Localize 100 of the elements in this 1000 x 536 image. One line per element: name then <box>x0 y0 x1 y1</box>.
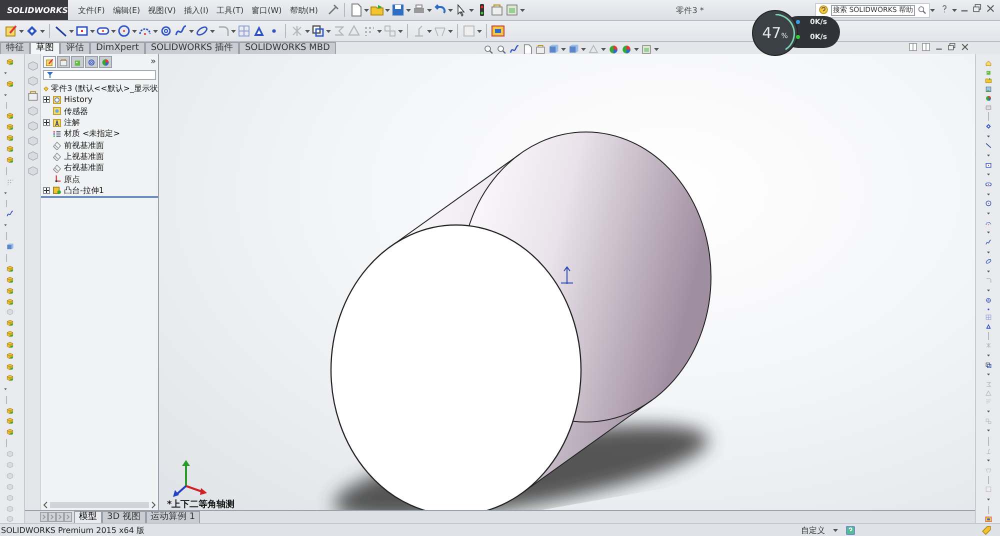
view-cube-icon[interactable] <box>568 44 579 54</box>
folder-icon[interactable] <box>370 3 384 17</box>
extrude-feature-icon <box>52 185 62 196</box>
command-tab[interactable]: 评估 <box>60 42 90 54</box>
zoom-icon[interactable] <box>496 44 507 54</box>
command-tab[interactable]: DimXpert <box>90 42 145 54</box>
tree-item[interactable]: 上视基准面 <box>64 150 104 162</box>
tree-root-label[interactable]: 零件3 (默认<<默认>_显示状 <box>51 83 158 94</box>
product-name: SOLIDWORKS Premium 2015 x64 版 <box>1 524 144 536</box>
tile-icon[interactable] <box>921 42 931 52</box>
tile-icon[interactable] <box>908 42 918 52</box>
brand-name: SOLIDWORKS <box>6 6 68 14</box>
window-icon[interactable] <box>505 3 520 17</box>
pin-icon[interactable] <box>326 3 340 17</box>
command-tab[interactable]: 特征 <box>0 42 30 54</box>
document-tab[interactable]: 运动算例 1 <box>146 510 200 524</box>
command-tab[interactable]: 草图 <box>30 42 60 54</box>
color-ball-icon[interactable] <box>621 44 632 54</box>
dimension-icon[interactable] <box>25 24 39 38</box>
widget-icon[interactable] <box>982 516 994 523</box>
tree-item[interactable]: 传感器 <box>64 106 88 117</box>
line-icon[interactable] <box>54 24 68 38</box>
configuration-manager-icon <box>73 58 82 66</box>
document-tab[interactable]: 模型 <box>74 510 102 524</box>
filter-field[interactable] <box>43 70 156 80</box>
tree-item[interactable]: History <box>64 95 92 104</box>
view-orientation-label: *上下二等角轴测 <box>167 498 235 510</box>
ring-icon[interactable] <box>159 24 173 38</box>
origin-arrow-icon <box>560 266 574 284</box>
offset-icon[interactable] <box>311 24 325 38</box>
menu-item[interactable]: 窗口(W) <box>248 4 286 16</box>
dot-icon <box>796 35 800 39</box>
menu-item[interactable]: 帮助(H) <box>286 4 322 16</box>
circle-icon[interactable] <box>982 200 994 207</box>
close-icon[interactable] <box>960 42 970 52</box>
spline-icon[interactable] <box>509 44 520 54</box>
zoom-icon[interactable] <box>483 44 494 54</box>
panel-tab[interactable] <box>57 56 70 68</box>
document-tab[interactable]: 3D 视图 <box>102 510 146 524</box>
sketch-icon[interactable] <box>4 24 18 38</box>
close-icon[interactable] <box>985 3 996 14</box>
feature-manager-icon <box>45 58 54 66</box>
menu-item[interactable]: 视图(V) <box>144 4 180 16</box>
document-title: 零件3 * <box>675 4 705 16</box>
folder-icon[interactable] <box>982 77 994 84</box>
triangle-icon[interactable] <box>252 24 266 38</box>
dot-icon <box>796 20 800 24</box>
slot-icon[interactable] <box>982 180 994 188</box>
window-icon[interactable] <box>641 44 652 54</box>
tree-item[interactable]: 材质 <未指定> <box>64 128 120 140</box>
rectangle-icon[interactable] <box>982 162 994 168</box>
circle-icon[interactable] <box>117 24 131 38</box>
material-icon <box>52 128 62 139</box>
expand-toggle[interactable] <box>43 96 50 104</box>
plane-icon <box>52 151 62 162</box>
save-icon[interactable] <box>391 3 406 17</box>
tree-item[interactable]: 凸台-拉伸1 <box>64 184 104 196</box>
tree-item[interactable]: 右视基准面 <box>64 162 104 174</box>
menu-item[interactable]: 插入(I) <box>180 4 212 16</box>
help-box-icon[interactable] <box>846 526 855 534</box>
panel-tab[interactable] <box>85 56 98 68</box>
meter-percent: 47 <box>762 24 782 42</box>
annotation-folder-icon <box>52 118 62 128</box>
scroll-left-icon[interactable] <box>43 501 48 509</box>
filter-icon <box>47 72 53 78</box>
spline-icon[interactable] <box>174 24 188 38</box>
restore-icon[interactable] <box>947 42 957 52</box>
customize-menu[interactable]: 自定义 <box>801 524 825 536</box>
menu-item[interactable]: 编辑(E) <box>108 4 144 16</box>
document-icon[interactable] <box>349 3 364 17</box>
tree-item[interactable]: 注解 <box>64 117 80 128</box>
color-ball-icon[interactable] <box>608 44 619 54</box>
scrollbar-thumb[interactable] <box>50 502 149 508</box>
panel-tab[interactable] <box>43 56 56 68</box>
menu-item[interactable]: 工具(T) <box>212 4 248 16</box>
history-folder-icon <box>52 94 62 105</box>
plane-icon <box>52 162 62 173</box>
restore-icon[interactable] <box>972 3 983 14</box>
property-manager-icon <box>59 58 68 66</box>
plane-icon <box>52 140 62 150</box>
widget-icon[interactable] <box>491 24 505 38</box>
command-tab[interactable]: SOLIDWORKS 插件 <box>144 42 239 54</box>
command-tab[interactable]: SOLIDWORKS MBD <box>238 42 336 54</box>
menu-item[interactable]: 文件(F) <box>74 4 109 16</box>
rectangle-icon[interactable] <box>75 24 89 38</box>
view-cube-icon[interactable] <box>548 44 559 54</box>
zoom-icon[interactable] <box>917 5 927 15</box>
axis-triad-icon <box>173 460 207 497</box>
sensor-folder-icon <box>52 106 62 116</box>
expand-toggle[interactable] <box>43 119 50 126</box>
expand-toggle[interactable] <box>43 186 50 194</box>
panel-tab[interactable] <box>99 56 112 68</box>
expand-panel-icon[interactable]: » <box>150 57 156 67</box>
dimxpert-manager-icon <box>87 58 96 66</box>
ellipse-icon[interactable] <box>195 24 209 38</box>
arc-icon[interactable] <box>982 220 994 226</box>
scroll-right-icon[interactable] <box>151 501 156 509</box>
tree-item[interactable]: 前视基准面 <box>64 140 104 151</box>
help-bulb-icon <box>818 4 829 16</box>
tree-item[interactable]: 原点 <box>64 174 80 185</box>
